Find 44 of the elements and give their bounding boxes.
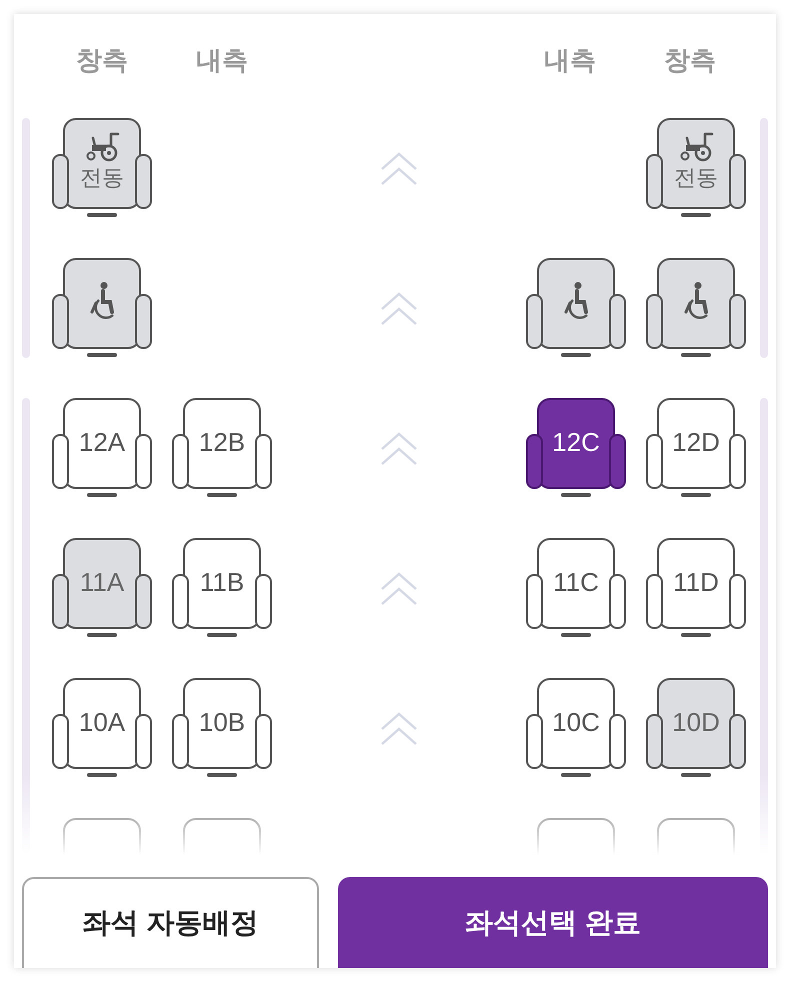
seat-icon[interactable] — [646, 678, 746, 778]
seat-icon[interactable] — [646, 538, 746, 638]
seat-icon[interactable] — [172, 678, 272, 778]
seat-icon[interactable] — [526, 678, 626, 778]
seat-icon[interactable] — [172, 398, 272, 498]
seat-icon[interactable] — [526, 398, 626, 498]
seat-number: 11B — [200, 566, 244, 598]
column-header: 창측 — [663, 44, 717, 76]
seat-number: 12B — [198, 426, 246, 458]
aisle-arrow-icon — [381, 432, 417, 466]
seat-number: 10C — [552, 706, 600, 738]
seat-icon[interactable] — [646, 398, 746, 498]
seat-number: 10A — [78, 706, 126, 738]
aisle-arrow-icon — [381, 152, 417, 186]
seat-icon[interactable] — [52, 258, 152, 358]
aisle-arrow-icon — [381, 712, 417, 746]
aisle-arrow-icon — [381, 572, 417, 606]
seat-icon[interactable] — [52, 118, 152, 218]
seat-number: 10B — [198, 706, 246, 738]
seat-icon[interactable] — [52, 678, 152, 778]
seat-number: 12A — [78, 426, 126, 458]
column-header: 내측 — [543, 44, 597, 76]
seat-icon[interactable] — [172, 538, 272, 638]
seat-number: 12C — [552, 426, 600, 458]
complete-button[interactable]: 좌석선택 완료 — [338, 877, 768, 968]
power-wheelchair-icon — [679, 132, 715, 162]
seat-number: 11D — [673, 566, 719, 598]
seat-label: 전동 — [80, 164, 124, 192]
seat-label: 전동 — [674, 164, 718, 192]
aisle-arrow-icon — [381, 292, 417, 326]
seat-number: 12D — [672, 426, 720, 458]
seat-icon[interactable] — [52, 398, 152, 498]
seat-icon[interactable] — [526, 258, 626, 358]
seat-icon[interactable] — [646, 118, 746, 218]
seat-icon[interactable] — [526, 538, 626, 638]
column-header: 창측 — [75, 44, 129, 76]
seat-icon[interactable] — [646, 258, 746, 358]
seat-number: 11A — [80, 566, 124, 598]
power-wheelchair-icon — [85, 132, 121, 162]
seat-number: 10D — [672, 706, 720, 738]
auto-assign-button[interactable]: 좌석 자동배정 — [22, 877, 320, 968]
seat-number: 11C — [553, 566, 599, 598]
column-header: 내측 — [195, 44, 249, 76]
seat-icon[interactable] — [52, 538, 152, 638]
